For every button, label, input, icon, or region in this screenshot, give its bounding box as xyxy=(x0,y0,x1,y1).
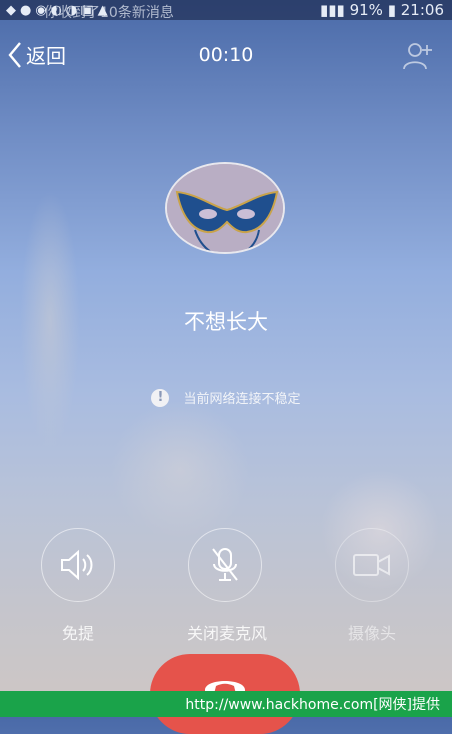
camera-button[interactable]: 摄像头 xyxy=(334,528,410,644)
status-right: ▮▮▮ 91% ▮ 21:06 xyxy=(320,1,444,19)
mute-mic-button[interactable]: 关闭麦克风 xyxy=(187,528,268,644)
footer-text: http://www.hackhome.com[网侠]提供 xyxy=(185,697,440,713)
speaker-label: 免提 xyxy=(61,624,94,643)
call-topbar: 返回 00:10 xyxy=(0,32,452,76)
clock: 21:06 xyxy=(400,1,444,19)
status-notice: 你收到了10条新消息 xyxy=(44,5,174,21)
battery-icon: ▮ xyxy=(387,1,396,19)
speaker-button[interactable]: 免提 xyxy=(40,528,116,644)
exclamation-icon: ! xyxy=(151,388,170,407)
call-timer: 00:10 xyxy=(198,44,254,66)
camera-label: 摄像头 xyxy=(347,624,396,643)
background-blur xyxy=(110,400,250,540)
avatar xyxy=(165,162,285,254)
mic-off-icon xyxy=(212,548,238,581)
mute-mic-label: 关闭麦克风 xyxy=(187,624,268,643)
add-user-icon[interactable] xyxy=(402,40,434,72)
contact-name: 不想长大 xyxy=(184,310,268,334)
watermark-footer: http://www.hackhome.com[网侠]提供 xyxy=(0,691,452,717)
signal-icon: ▮▮▮ xyxy=(320,1,345,19)
speaker-icon xyxy=(61,549,93,581)
mask-icon xyxy=(167,164,283,252)
network-warning: ! 当前网络连接不稳定 xyxy=(0,388,452,407)
warning-text: 当前网络连接不稳定 xyxy=(183,392,301,407)
battery-percent: 91% xyxy=(349,1,383,19)
camera-icon xyxy=(353,554,390,576)
status-bar: ◆●◉◐◑▣▲ 你收到了10条新消息 ▮▮▮ 91% ▮ 21:06 xyxy=(0,0,452,21)
